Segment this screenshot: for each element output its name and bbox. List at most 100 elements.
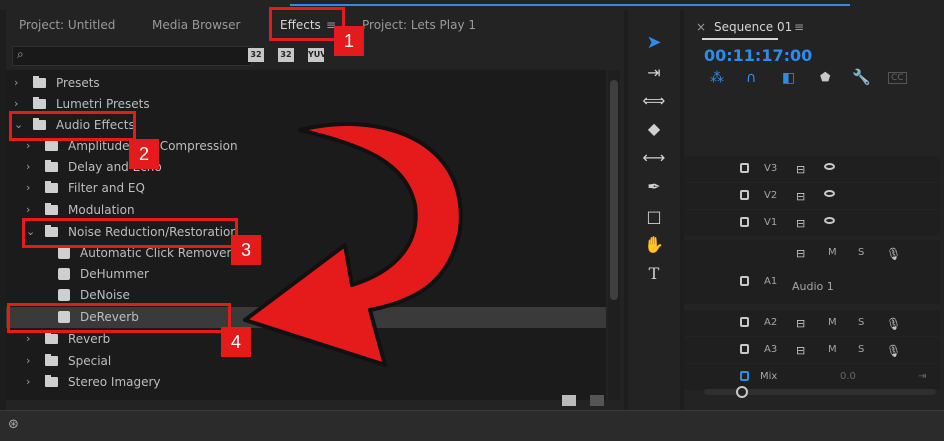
tree-item-label: Presets <box>56 76 100 90</box>
marker-icon[interactable]: ⬟ <box>820 70 830 84</box>
scroll-thumb[interactable] <box>610 80 618 300</box>
chevron-right-icon: › <box>26 354 31 367</box>
yuv-effects-icon[interactable]: YUV <box>308 48 326 62</box>
magnet-icon[interactable]: ∩ <box>746 70 756 86</box>
lock-icon[interactable] <box>740 217 749 227</box>
tree-item-special[interactable]: › Special <box>6 351 606 372</box>
playhead-line <box>290 4 850 6</box>
mix-label: Mix <box>760 371 778 382</box>
tree-item-label: DeNoise <box>80 288 130 302</box>
microphone-icon[interactable]: 🎙 <box>886 344 901 358</box>
chevron-right-icon: › <box>26 332 31 345</box>
audio-effect-icon <box>58 268 70 280</box>
solo-button[interactable]: S <box>858 344 864 355</box>
new-bin-icon[interactable] <box>562 395 576 406</box>
selection-tool-icon[interactable]: ➤ <box>638 32 670 54</box>
mix-value[interactable]: 0.0 <box>840 371 856 382</box>
mute-button[interactable]: M <box>828 247 837 258</box>
annotation-box-4 <box>7 303 231 333</box>
razor-tool-icon[interactable]: ◆ <box>638 118 670 140</box>
ripple-edit-tool-icon[interactable]: ⟺ <box>638 90 670 112</box>
lock-icon[interactable] <box>740 276 749 286</box>
track-v3[interactable]: V3 ⊟ <box>684 156 940 182</box>
tree-item-label: Automatic Click Remover <box>80 246 232 260</box>
eye-icon[interactable] <box>824 190 835 197</box>
eye-icon[interactable] <box>824 163 835 170</box>
track-name: A3 <box>764 344 778 355</box>
wrench-icon[interactable]: 🔧 <box>852 68 871 86</box>
sync-lock-icon[interactable]: ⊟ <box>796 317 805 330</box>
sync-lock-icon[interactable]: ⊟ <box>796 163 805 176</box>
tab-media-browser[interactable]: Media Browser <box>152 18 240 32</box>
effects-search-input[interactable]: ⌕ <box>12 46 252 66</box>
accelerated-effects-icon[interactable]: 32 <box>248 48 264 62</box>
annotation-box-2 <box>9 111 136 141</box>
track-a2[interactable]: A2 ⊟ M S 🎙 <box>684 310 940 336</box>
track-mix[interactable]: Mix 0.0 ⇥ <box>684 364 940 390</box>
zoom-handle[interactable] <box>736 386 748 398</box>
status-bar: ⊛ <box>0 410 944 441</box>
sync-lock-icon[interactable]: ⊟ <box>796 217 805 230</box>
type-tool-icon[interactable]: T <box>638 263 670 285</box>
pen-tool-icon[interactable]: ✒ <box>638 176 670 198</box>
tree-item-dehummer[interactable]: DeHummer <box>6 264 606 285</box>
timecode-display[interactable]: 00:11:17:00 <box>704 46 812 65</box>
chevron-right-icon: › <box>14 97 19 110</box>
timeline-zoom-bar[interactable] <box>704 386 936 398</box>
tree-item-filter-eq[interactable]: › Filter and EQ <box>6 178 606 199</box>
close-icon[interactable]: × <box>696 20 706 34</box>
folder-icon <box>45 160 58 172</box>
sequence-title[interactable]: Sequence 01 <box>714 20 792 34</box>
tree-item-delay-echo[interactable]: › Delay and Echo <box>6 157 606 178</box>
linked-selection-icon[interactable]: ◧ <box>782 70 795 86</box>
lock-icon[interactable] <box>740 344 749 354</box>
tree-item-label: Lumetri Presets <box>56 97 150 111</box>
folder-icon <box>45 354 58 366</box>
solo-button[interactable]: S <box>858 317 864 328</box>
tree-item-stereo-imagery[interactable]: › Stereo Imagery <box>6 372 606 393</box>
microphone-icon[interactable]: 🎙 <box>886 247 901 261</box>
tree-item-presets[interactable]: › Presets <box>6 73 606 94</box>
slip-tool-icon[interactable]: ⟷ <box>638 147 670 169</box>
chevron-right-icon: › <box>26 181 31 194</box>
tab-project-untitled[interactable]: Project: Untitled <box>19 18 115 32</box>
chevron-right-icon: › <box>26 203 31 216</box>
lock-icon[interactable] <box>740 190 749 200</box>
microphone-icon[interactable]: 🎙 <box>886 317 901 331</box>
snap-icon[interactable]: ⁂ <box>710 70 724 86</box>
track-v2[interactable]: V2 ⊟ <box>684 183 940 209</box>
tools-panel: ➤ ⇥ ⟺ ◆ ⟷ ✒ □ ✋ T <box>628 10 680 410</box>
tree-scrollbar[interactable] <box>608 70 620 400</box>
effects-panel: Project: Untitled Media Browser Effects … <box>6 10 624 410</box>
solo-button[interactable]: S <box>858 247 864 258</box>
32bit-effects-icon[interactable]: 32 <box>278 48 294 62</box>
trash-icon[interactable] <box>590 395 604 406</box>
chevron-right-icon: › <box>26 160 31 173</box>
rectangle-tool-icon[interactable]: □ <box>638 206 670 228</box>
sync-lock-icon[interactable]: ⊟ <box>796 247 805 260</box>
hamburger-icon[interactable]: ≡ <box>794 20 804 34</box>
tree-item-label: Stereo Imagery <box>68 375 161 389</box>
folder-icon <box>33 76 46 88</box>
tree-item-label: DeHummer <box>80 267 149 281</box>
lock-icon[interactable] <box>740 317 749 327</box>
mute-button[interactable]: M <box>828 317 837 328</box>
captions-icon[interactable]: CC <box>888 72 907 84</box>
track-v1[interactable]: V1 ⊟ <box>684 210 940 236</box>
go-to-end-icon[interactable]: ⇥ <box>918 371 926 382</box>
sync-lock-icon[interactable]: ⊟ <box>796 344 805 357</box>
lock-icon[interactable] <box>740 371 749 381</box>
eye-icon[interactable] <box>824 217 835 224</box>
track-a3[interactable]: A3 ⊟ M S 🎙 <box>684 337 940 363</box>
track-label: Audio 1 <box>792 280 834 293</box>
sync-lock-icon[interactable]: ⊟ <box>796 190 805 203</box>
lock-icon[interactable] <box>740 163 749 173</box>
track-a1[interactable]: ⊟ M S 🎙 A1 Audio 1 <box>684 240 940 304</box>
track-select-tool-icon[interactable]: ⇥ <box>638 62 670 84</box>
hand-tool-icon[interactable]: ✋ <box>638 234 670 256</box>
mute-button[interactable]: M <box>828 344 837 355</box>
tree-item-label: Filter and EQ <box>68 181 145 195</box>
track-name: A1 <box>764 276 778 287</box>
tab-project-lets-play[interactable]: Project: Lets Play 1 <box>362 18 476 32</box>
creative-cloud-icon[interactable]: ⊛ <box>8 417 19 432</box>
